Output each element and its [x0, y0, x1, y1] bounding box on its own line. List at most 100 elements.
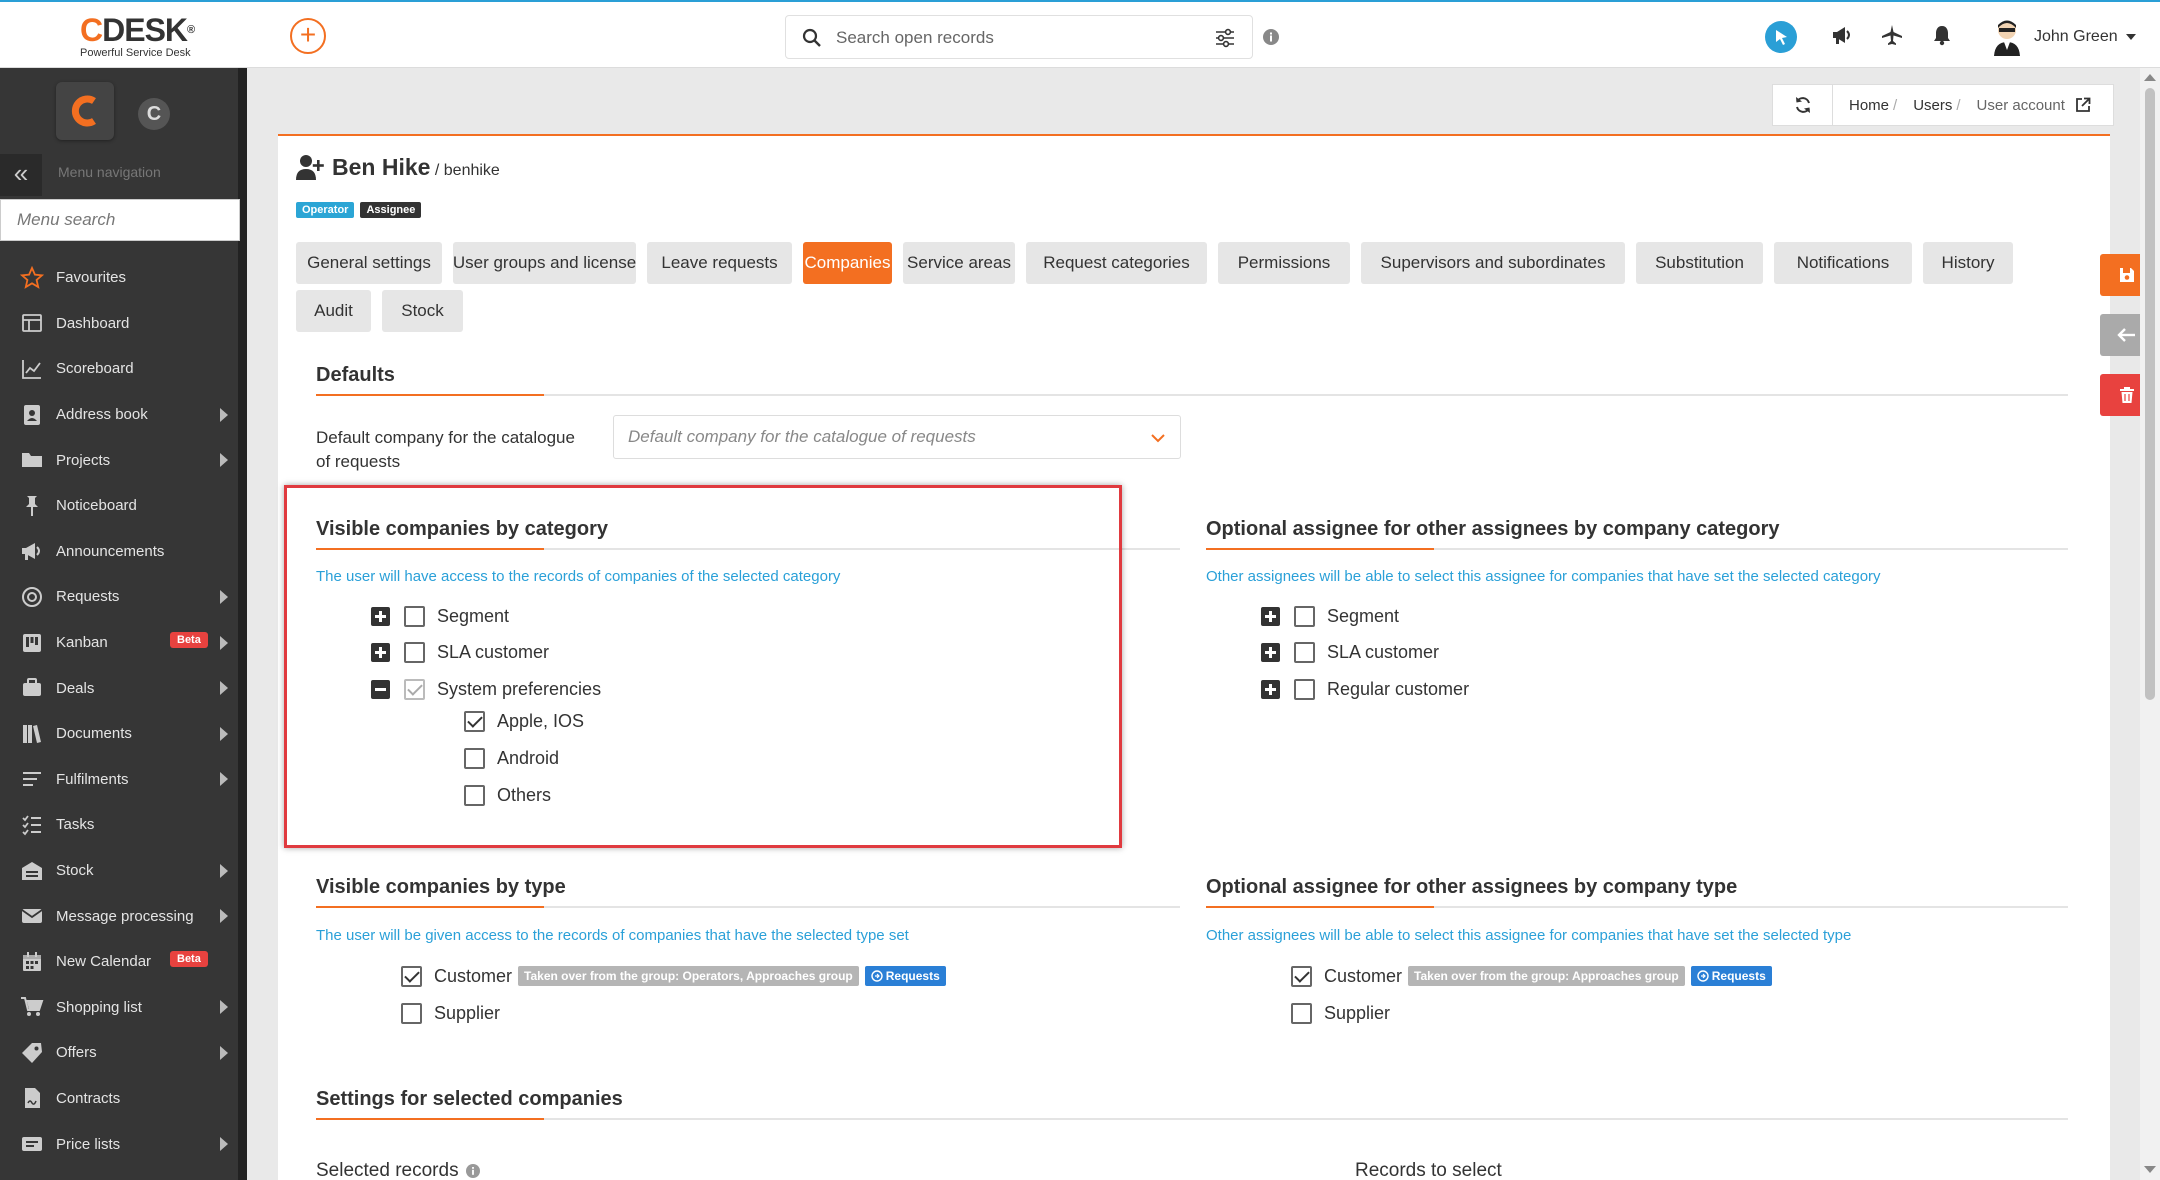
breadcrumb-home[interactable]: Home — [1849, 97, 1889, 114]
customer-checkbox[interactable] — [401, 965, 422, 987]
tab-notifications[interactable]: Notifications — [1774, 242, 1912, 284]
sidebar-item-tasks[interactable]: Tasks — [0, 802, 238, 848]
tab-stock[interactable]: Stock — [382, 290, 463, 332]
search-icon[interactable] — [802, 28, 822, 48]
external-link-icon[interactable] — [2075, 97, 2091, 113]
app-logo-c[interactable] — [56, 82, 114, 140]
search-filter-icon[interactable] — [1214, 28, 1236, 48]
expand-icon[interactable] — [371, 606, 390, 626]
opt-supplier-checkbox[interactable] — [1291, 1002, 1312, 1024]
opt-sla-customer-checkbox[interactable] — [1294, 641, 1315, 663]
expand-icon[interactable] — [1261, 606, 1280, 626]
default-company-select[interactable]: Default company for the catalogue of req… — [613, 415, 1181, 459]
section-divider — [316, 1118, 2068, 1120]
expand-icon[interactable] — [1261, 679, 1280, 699]
sidebar-item-fulfilments[interactable]: Fulfilments — [0, 757, 238, 803]
logo-text: C — [80, 12, 103, 48]
scroll-up-icon[interactable] — [2144, 74, 2156, 81]
breadcrumb-users[interactable]: Users — [1913, 97, 1952, 114]
tab-service-areas[interactable]: Service areas — [903, 242, 1015, 284]
cdesk-logo[interactable]: CDESK® Powerful Service Desk — [80, 12, 195, 59]
category-sla-row: SLA customer — [371, 639, 549, 665]
requests-tag[interactable]: Requests — [1690, 966, 1772, 986]
expand-icon[interactable] — [371, 642, 390, 662]
visible-by-type-title: Visible companies by type — [316, 876, 566, 898]
opt-regular-customer-checkbox[interactable] — [1294, 678, 1315, 700]
sidebar-item-documents[interactable]: Documents — [0, 711, 238, 757]
tab-general-settings[interactable]: General settings — [296, 242, 442, 284]
apple-ios-checkbox[interactable] — [464, 710, 485, 732]
bell-icon[interactable] — [1931, 24, 1953, 46]
others-checkbox[interactable] — [464, 784, 485, 806]
dashboard-icon — [22, 314, 42, 333]
tab-user-groups-and-license[interactable]: User groups and license — [453, 242, 636, 284]
sidebar-item-announcements[interactable]: Announcements — [0, 529, 238, 575]
optional-by-type-note: Other assignees will be able to select t… — [1206, 927, 1852, 944]
opt-customer-checkbox[interactable] — [1291, 965, 1312, 987]
sidebar-item-price-lists[interactable]: Price lists — [0, 1121, 238, 1167]
option-label: Regular customer — [1327, 678, 1470, 699]
trash-icon — [2119, 386, 2135, 404]
collapse-menu-icon[interactable]: « — [0, 154, 42, 196]
tasks-icon — [22, 815, 41, 836]
requests-tag[interactable]: Requests — [864, 966, 946, 986]
sidebar-item-new-calendar[interactable]: New Calendar Beta — [0, 939, 238, 985]
opt-segment-checkbox[interactable] — [1294, 605, 1315, 627]
sla-customer-checkbox[interactable] — [404, 641, 425, 663]
cursor-icon[interactable] — [1765, 21, 1797, 53]
info-icon[interactable] — [1262, 28, 1280, 46]
scrollbar-thumb[interactable] — [2145, 88, 2155, 700]
info-icon[interactable] — [465, 1163, 481, 1179]
opt-type-customer-row: Customer Taken over from the group: Appr… — [1291, 963, 1772, 989]
search-input[interactable] — [836, 24, 1176, 52]
chart-line-icon — [22, 359, 41, 379]
selected-records-text: Selected records — [316, 1160, 459, 1180]
sidebar-item-offers[interactable]: Offers — [0, 1030, 238, 1076]
user-menu[interactable]: John Green — [1990, 18, 2136, 56]
sidebar-item-address-book[interactable]: Address book — [0, 392, 238, 438]
tab-companies[interactable]: Companies — [803, 242, 892, 284]
plane-icon[interactable] — [1881, 24, 1903, 46]
menu-search-input[interactable] — [0, 199, 240, 241]
refresh-icon[interactable] — [1773, 85, 1833, 125]
collapse-icon[interactable] — [371, 679, 390, 699]
assignee-badge: Assignee — [360, 202, 422, 218]
add-new-button[interactable]: + — [290, 18, 326, 54]
sidebar-item-dashboard[interactable]: Dashboard — [0, 301, 238, 347]
sidebar-item-kanban[interactable]: Kanban Beta — [0, 620, 238, 666]
tab-audit[interactable]: Audit — [296, 290, 371, 332]
segment-checkbox[interactable] — [404, 605, 425, 627]
tab-permissions[interactable]: Permissions — [1218, 242, 1350, 284]
scroll-down-icon[interactable] — [2144, 1166, 2156, 1173]
sidebar-item-deals[interactable]: Deals — [0, 665, 238, 711]
sidebar-item-shopping-list[interactable]: Shopping list — [0, 985, 238, 1031]
tab-request-categories[interactable]: Request categories — [1026, 242, 1207, 284]
system-preferencies-checkbox[interactable] — [404, 678, 425, 700]
option-label: SLA customer — [1327, 641, 1440, 662]
tab-history[interactable]: History — [1923, 242, 2013, 284]
section-divider — [316, 548, 1180, 550]
sidebar-item-projects[interactable]: Projects — [0, 437, 238, 483]
page-scrollbar[interactable] — [2140, 68, 2160, 1180]
logo-mark: ® — [187, 24, 195, 36]
tab-leave-requests[interactable]: Leave requests — [647, 242, 792, 284]
tab-substitution[interactable]: Substitution — [1636, 242, 1763, 284]
sidebar-item-noticeboard[interactable]: Noticeboard — [0, 483, 238, 529]
expand-icon[interactable] — [1261, 642, 1280, 662]
app-logo-secondary[interactable]: C — [138, 98, 170, 130]
section-divider — [316, 394, 2068, 396]
chevron-right-icon — [220, 589, 228, 604]
supplier-checkbox[interactable] — [401, 1002, 422, 1024]
sidebar-item-requests[interactable]: Requests — [0, 574, 238, 620]
section-divider — [316, 906, 1180, 908]
sidebar-item-stock[interactable]: Stock — [0, 848, 238, 894]
megaphone-icon[interactable] — [1831, 24, 1853, 46]
sidebar-item-label: Requests — [56, 588, 120, 606]
sidebar-item-message-processing[interactable]: Message processing — [0, 893, 238, 939]
tab-supervisors-and-subordinates[interactable]: Supervisors and subordinates — [1361, 242, 1625, 284]
sidebar-item-scoreboard[interactable]: Scoreboard — [0, 346, 238, 392]
sidebar-item-favourites[interactable]: Favourites — [0, 255, 238, 301]
sidebar-item-contracts[interactable]: Contracts — [0, 1076, 238, 1122]
android-checkbox[interactable] — [464, 747, 485, 769]
user-title: Ben Hike / benhike — [332, 154, 500, 181]
